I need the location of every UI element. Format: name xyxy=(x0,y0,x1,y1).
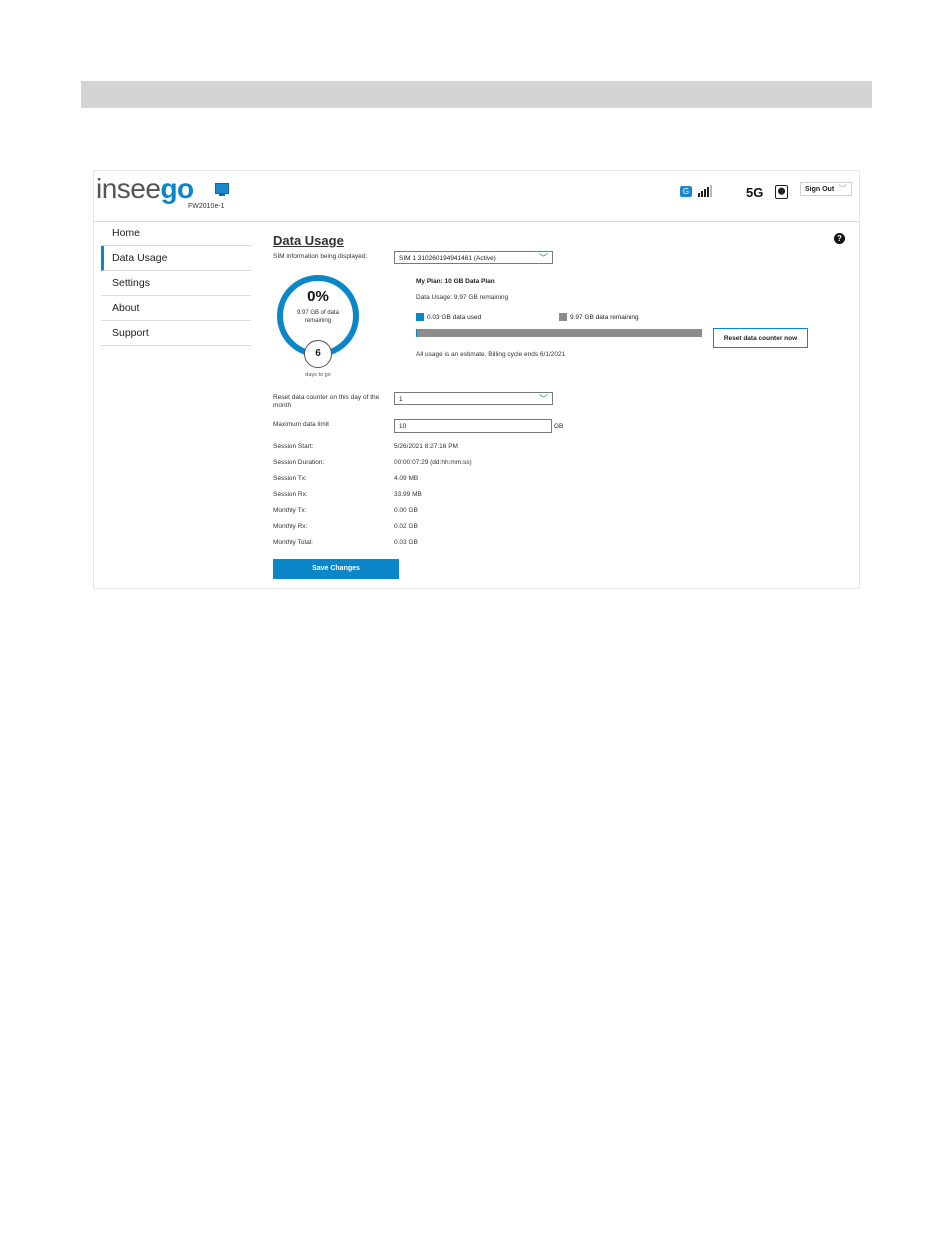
gauge-remaining: 9.97 GB of data remaining xyxy=(296,310,340,324)
monitor-icon xyxy=(215,183,229,196)
stat-label: Session Duration: xyxy=(273,459,325,466)
signal-bars-icon xyxy=(698,185,712,197)
used-swatch xyxy=(416,313,424,321)
days-remaining: 6 xyxy=(304,340,332,368)
sign-out-button[interactable]: Sign Out ﹀ xyxy=(800,182,852,196)
chevron-down-icon: ﹀ xyxy=(538,253,548,263)
chevron-down-icon: ﹀ xyxy=(538,394,548,404)
max-limit-unit: GB xyxy=(554,423,564,430)
usage-bar-fill xyxy=(416,329,417,337)
sidebar: Home Data Usage Settings About Support xyxy=(101,221,251,346)
stat-value: 5/26/2021 8:27:16 PM xyxy=(394,443,458,450)
reset-day-value: 1 xyxy=(399,396,403,403)
sim-card-icon: ⬤ xyxy=(775,185,788,199)
sim-label: SIM information being displayed: xyxy=(273,253,368,260)
stat-value: 0.03 GB xyxy=(394,539,418,546)
days-to-go-label: days to go xyxy=(305,372,331,378)
sign-out-label: Sign Out xyxy=(805,186,835,193)
max-limit-label: Maximum data limit xyxy=(273,421,329,428)
legend-remaining: 9.97 GB data remaining xyxy=(559,313,639,321)
header: inseego FW2010e-1 G 5G ⬤ Sign Out ﹀ xyxy=(94,171,859,222)
reset-day-select[interactable]: 1 ﹀ xyxy=(394,392,553,405)
g-network-icon: G xyxy=(680,185,692,197)
stat-value: 00:00:07:29 (dd:hh:mm:ss) xyxy=(394,459,472,466)
sidebar-item-support[interactable]: Support xyxy=(101,321,251,346)
sim-select[interactable]: SIM 1 310260194941461 (Active) ﹀ xyxy=(394,251,553,264)
stat-value: 4.09 MB xyxy=(394,475,419,482)
sidebar-item-settings[interactable]: Settings xyxy=(101,271,251,296)
router-admin-window: inseego FW2010e-1 G 5G ⬤ Sign Out ﹀ Home… xyxy=(93,170,860,589)
legend-remaining-label: 9.97 GB data remaining xyxy=(570,313,639,321)
sim-select-value: SIM 1 310260194941461 (Active) xyxy=(399,255,496,262)
stat-label: Session Tx: xyxy=(273,475,307,482)
save-changes-button[interactable]: Save Changes xyxy=(273,559,399,579)
stat-label: Monthly Tx: xyxy=(273,507,307,514)
main-content: Data Usage ? SIM information being displ… xyxy=(273,221,853,581)
stat-label: Monthly Rx: xyxy=(273,523,308,530)
sidebar-item-home[interactable]: Home xyxy=(101,221,251,246)
stat-label: Session Rx: xyxy=(273,491,308,498)
reset-counter-button[interactable]: Reset data counter now xyxy=(713,328,808,348)
plan-name: My Plan: 10 GB Data Plan xyxy=(416,278,495,285)
sidebar-item-data-usage[interactable]: Data Usage xyxy=(101,246,251,271)
inseego-logo: inseego xyxy=(96,173,194,204)
stat-label: Session Start: xyxy=(273,443,314,450)
stat-value: 0.02 GB xyxy=(394,523,418,530)
max-limit-input[interactable]: 10 xyxy=(394,419,552,433)
remaining-swatch xyxy=(559,313,567,321)
estimate-note: All usage is an estimate. Billing cycle … xyxy=(416,351,566,358)
stat-value: 0.00 GB xyxy=(394,507,418,514)
data-usage-text: Data Usage: 9.97 GB remaining xyxy=(416,294,509,301)
reset-day-label: Reset data counter on this day of the mo… xyxy=(273,394,380,409)
sidebar-item-about[interactable]: About xyxy=(101,296,251,321)
stat-value: 33.99 MB xyxy=(394,491,422,498)
top-gray-bar xyxy=(81,81,872,108)
status-icons: G xyxy=(680,184,712,198)
help-icon[interactable]: ? xyxy=(834,233,845,244)
network-type: 5G xyxy=(746,185,764,200)
stat-label: Monthly Total: xyxy=(273,539,313,546)
usage-bar xyxy=(416,329,702,337)
legend-used-label: 0.03 GB data used xyxy=(427,313,482,321)
page-title: Data Usage xyxy=(273,233,344,248)
usage-percent: 0% xyxy=(307,288,329,305)
legend-used: 0.03 GB data used xyxy=(416,313,481,321)
chevron-down-icon: ﹀ xyxy=(837,184,847,194)
model-name: FW2010e-1 xyxy=(188,203,225,210)
